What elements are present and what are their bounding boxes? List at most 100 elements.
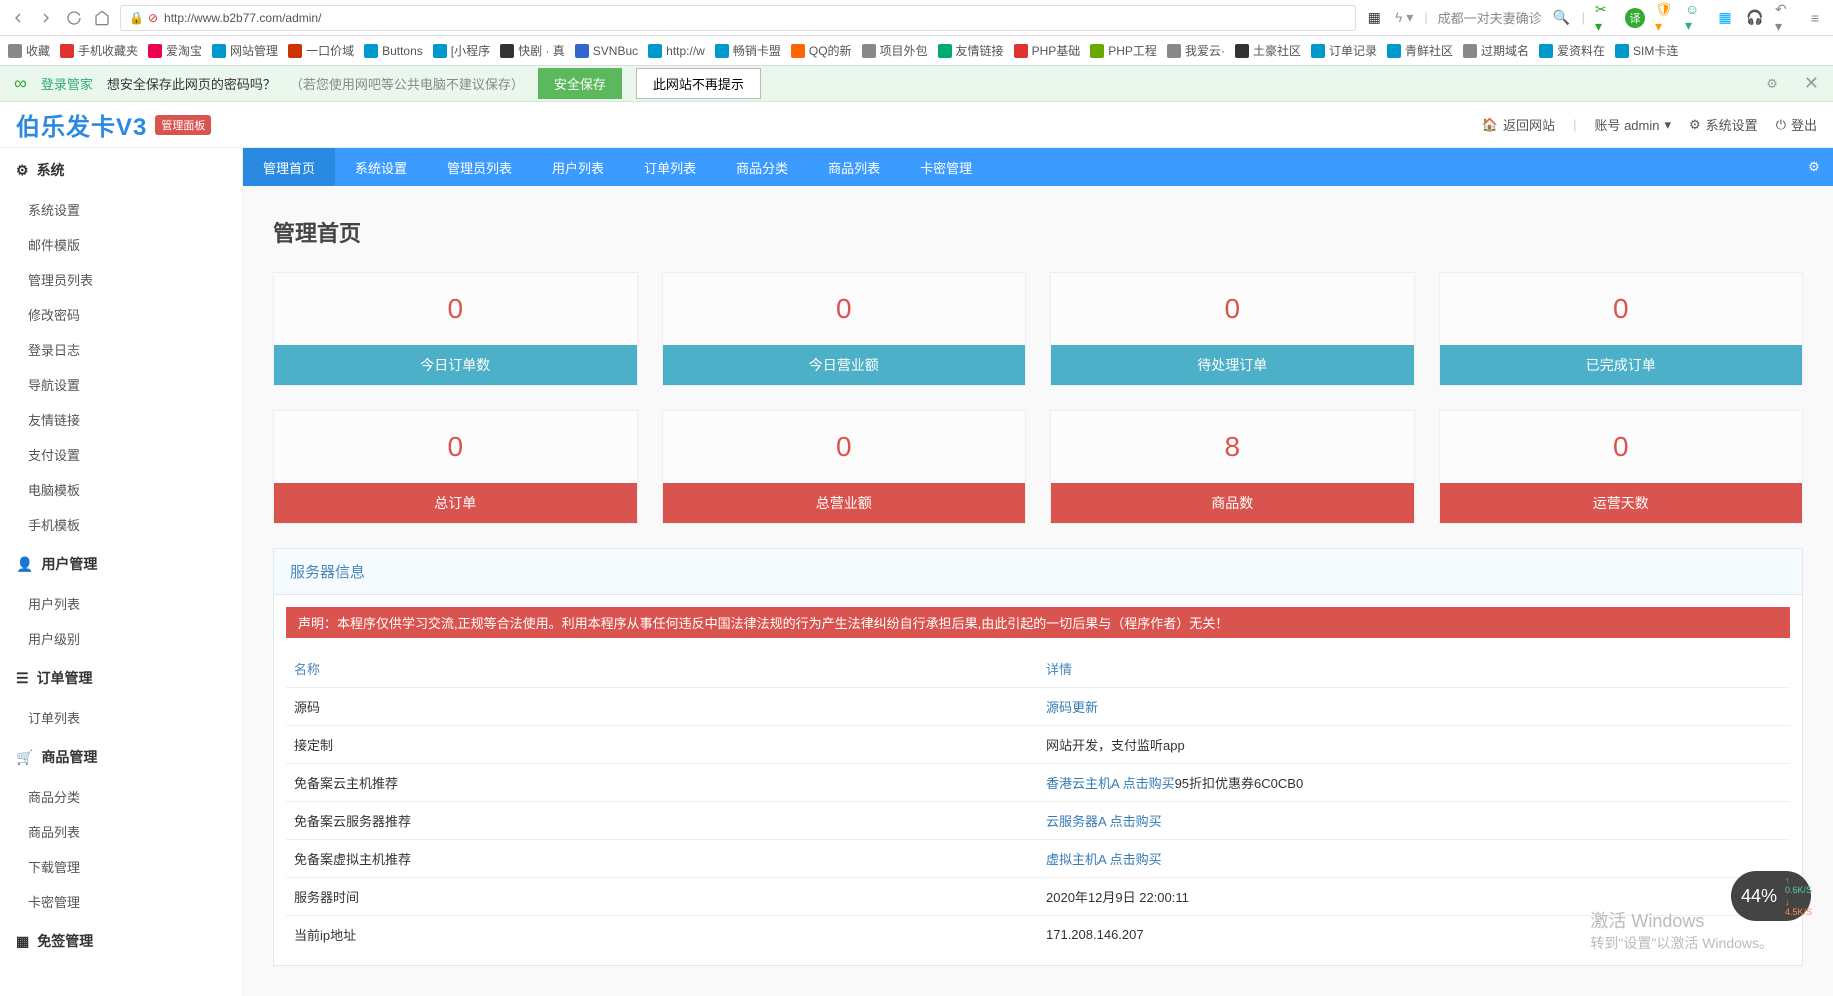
speed-monitor-widget[interactable]: 44% ↑ 0.6K/S ↓ 4.5K/S <box>1731 871 1811 921</box>
bookmark-favicon <box>1539 44 1553 58</box>
bookmark-item[interactable]: [小程序 <box>433 42 490 59</box>
never-this-site-button[interactable]: 此网站不再提示 <box>636 68 761 99</box>
back-icon[interactable] <box>8 8 28 28</box>
url-input[interactable]: 🔒 ⊘ http://www.b2b77.com/admin/ <box>120 5 1356 31</box>
sidebar-item[interactable]: 用户级别 <box>0 621 242 656</box>
sidebar-section-title[interactable]: 👤用户管理 <box>0 542 242 586</box>
forward-icon[interactable] <box>36 8 56 28</box>
ext-shield-icon[interactable]: 🛡 ▾ <box>1655 8 1675 28</box>
sidebar-item[interactable]: 商品列表 <box>0 814 242 849</box>
bookmark-item[interactable]: SIM卡连 <box>1615 42 1678 59</box>
detail-link[interactable]: 香港云主机A 点击购买 <box>1046 776 1175 791</box>
sidebar-item[interactable]: 友情链接 <box>0 402 242 437</box>
bookmark-item[interactable]: SVNBuc <box>575 44 638 58</box>
table-row: 免备案云主机推荐香港云主机A 点击购买95折扣优惠券6C0CB0 <box>286 764 1790 802</box>
ext-translate-icon[interactable]: 译 <box>1625 8 1645 28</box>
detail-link[interactable]: 云服务器A 点击购买 <box>1046 814 1162 829</box>
topnav-tab[interactable]: 卡密管理 <box>900 148 992 186</box>
bookmark-item[interactable]: 手机收藏夹 <box>60 42 138 59</box>
bookmark-item[interactable]: 一口价域 <box>288 42 354 59</box>
bookmark-favicon <box>1235 44 1249 58</box>
notif-gear-icon[interactable]: ⚙ <box>1766 76 1778 92</box>
sidebar-item[interactable]: 用户列表 <box>0 586 242 621</box>
ext-menu-icon[interactable]: ≡ <box>1805 8 1825 28</box>
sidebar-item[interactable]: 修改密码 <box>0 297 242 332</box>
stats-row-top: 0今日订单数0今日营业额0待处理订单0已完成订单 <box>273 272 1803 386</box>
ext-undo-icon[interactable]: ↶ ▾ <box>1775 8 1795 28</box>
ext-headphones-icon[interactable]: 🎧 <box>1745 8 1765 28</box>
bookmark-item[interactable]: 我爱云· <box>1167 42 1225 59</box>
bookmark-favicon <box>8 44 22 58</box>
logout-link[interactable]: ⏻ 登出 <box>1776 115 1817 134</box>
save-password-button[interactable]: 安全保存 <box>538 68 622 99</box>
sidebar-section-title[interactable]: ▦免签管理 <box>0 919 242 963</box>
topnav-gear-icon[interactable]: ⚙ <box>1795 148 1833 186</box>
row-key: 免备案云主机推荐 <box>286 764 1038 802</box>
bookmark-item[interactable]: 青鲜社区 <box>1387 42 1453 59</box>
sidebar-section-title[interactable]: 🛒商品管理 <box>0 735 242 779</box>
ext-qr-icon[interactable]: ▦ <box>1364 8 1384 28</box>
sidebar-item[interactable]: 系统设置 <box>0 192 242 227</box>
sidebar-item[interactable]: 管理员列表 <box>0 262 242 297</box>
topnav-tab[interactable]: 系统设置 <box>335 148 427 186</box>
table-row: 接定制网站开发，支付监听app <box>286 726 1790 764</box>
sidebar-item[interactable]: 电脑模板 <box>0 472 242 507</box>
topnav-tab[interactable]: 管理员列表 <box>427 148 532 186</box>
ext-grid-icon[interactable]: ▦ <box>1715 8 1735 28</box>
bookmark-item[interactable]: PHP工程 <box>1090 42 1157 59</box>
lock-icon: 🔒 <box>129 11 144 25</box>
row-key: 服务器时间 <box>286 878 1038 916</box>
bookmark-item[interactable]: 网站管理 <box>212 42 278 59</box>
bookmark-item[interactable]: 畅销卡盟 <box>715 42 781 59</box>
bookmark-item[interactable]: 收藏 <box>8 42 50 59</box>
ext-scissors-icon[interactable]: ✂ ▾ <box>1595 8 1615 28</box>
bookmark-item[interactable]: 项目外包 <box>862 42 928 59</box>
bookmark-item[interactable]: QQ的新 <box>791 42 852 59</box>
account-dropdown[interactable]: 账号 admin ▾ <box>1594 115 1671 134</box>
sidebar-item[interactable]: 下载管理 <box>0 849 242 884</box>
refresh-icon[interactable] <box>64 8 84 28</box>
qr-icon: ▦ <box>16 933 29 950</box>
sidebar-item[interactable]: 支付设置 <box>0 437 242 472</box>
search-icon[interactable]: 🔍 <box>1552 8 1572 28</box>
sidebar-item[interactable]: 邮件模版 <box>0 227 242 262</box>
topnav-tab[interactable]: 用户列表 <box>532 148 624 186</box>
bookmark-item[interactable]: http://w <box>648 44 705 58</box>
topnav-tab[interactable]: 管理首页 <box>243 148 335 186</box>
home-icon[interactable] <box>92 8 112 28</box>
bookmark-item[interactable]: 爱资料在 <box>1539 42 1605 59</box>
search-hint[interactable]: 成都一对夫妻确诊 <box>1438 8 1542 27</box>
sidebar-item[interactable]: 商品分类 <box>0 779 242 814</box>
topnav-tab[interactable]: 订单列表 <box>624 148 716 186</box>
bookmark-item[interactable]: 爱淘宝 <box>148 42 202 59</box>
bookmark-item[interactable]: 快剧 · 真 <box>500 42 565 59</box>
sidebar-item[interactable]: 登录日志 <box>0 332 242 367</box>
topnav-tab[interactable]: 商品列表 <box>808 148 900 186</box>
sidebar-section-title[interactable]: ⚙系统 <box>0 148 242 192</box>
server-info-panel: 服务器信息 声明：本程序仅供学习交流,正规等合法使用。利用本程序从事任何违反中国… <box>273 548 1803 966</box>
stat-value: 0 <box>663 273 1026 345</box>
stat-value: 0 <box>1440 411 1803 483</box>
ext-lightning-icon[interactable]: ϟ ▾ <box>1394 8 1414 28</box>
bookmark-item[interactable]: Buttons <box>364 44 423 58</box>
bookmark-item[interactable]: 友情链接 <box>938 42 1004 59</box>
sidebar-item[interactable]: 卡密管理 <box>0 884 242 919</box>
bookmark-item[interactable]: 订单记录 <box>1311 42 1377 59</box>
ext-smile-icon[interactable]: ☺ ▾ <box>1685 8 1705 28</box>
sidebar-section-title[interactable]: ☰订单管理 <box>0 656 242 700</box>
back-to-site-link[interactable]: 🏠 返回网站 <box>1482 115 1555 134</box>
topnav-tab[interactable]: 商品分类 <box>716 148 808 186</box>
header-settings-link[interactable]: ⚙ 系统设置 <box>1689 115 1758 134</box>
sidebar-item[interactable]: 导航设置 <box>0 367 242 402</box>
detail-link[interactable]: 虚拟主机A 点击购买 <box>1046 852 1162 867</box>
bookmark-item[interactable]: 过期域名 <box>1463 42 1529 59</box>
bookmark-item[interactable]: PHP基础 <box>1014 42 1081 59</box>
stat-value: 0 <box>274 411 637 483</box>
stat-label: 待处理订单 <box>1051 345 1414 385</box>
stat-label: 今日订单数 <box>274 345 637 385</box>
sidebar-item[interactable]: 订单列表 <box>0 700 242 735</box>
bookmark-item[interactable]: 土豪社区 <box>1235 42 1301 59</box>
close-notification-icon[interactable]: ✕ <box>1804 73 1819 94</box>
sidebar-item[interactable]: 手机模板 <box>0 507 242 542</box>
detail-link[interactable]: 源码更新 <box>1046 700 1098 715</box>
